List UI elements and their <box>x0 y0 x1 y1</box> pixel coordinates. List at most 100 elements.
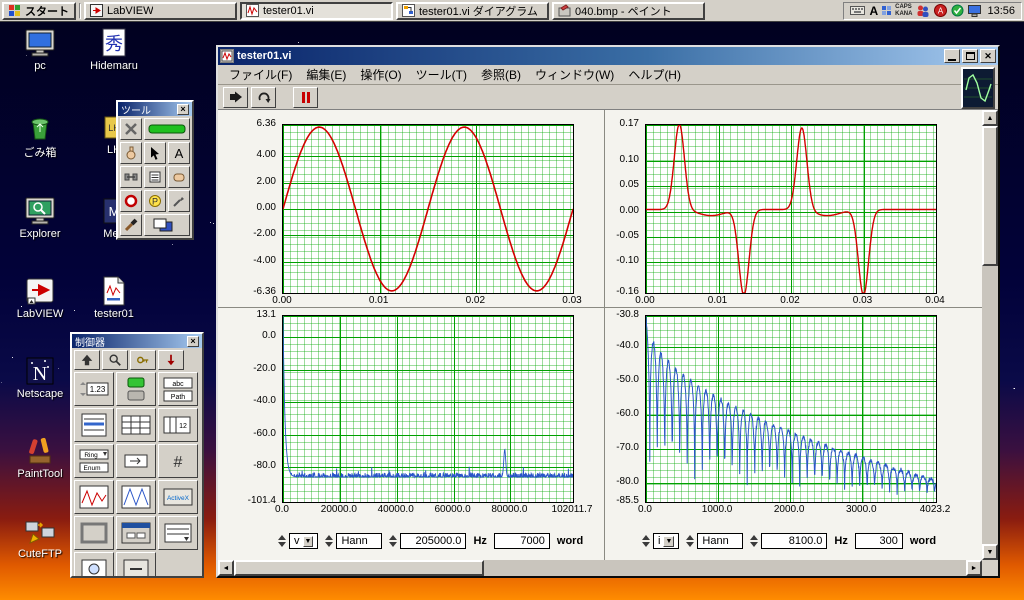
keyboard-icon[interactable] <box>850 5 866 16</box>
palette-up-button[interactable] <box>74 350 100 370</box>
controls-list-button[interactable] <box>74 408 114 442</box>
window-titlebar[interactable]: tester01.vi ✕ <box>218 47 998 65</box>
controls-number-sign-button[interactable]: # <box>158 444 198 478</box>
caps-kana-indicator[interactable]: CAPS KANA <box>895 4 912 18</box>
controls-palette-titlebar[interactable]: 制御器 × <box>72 334 202 349</box>
window-spinner-right[interactable] <box>686 535 695 547</box>
tools-palette-titlebar[interactable]: ツール × <box>118 102 192 117</box>
tray-green-icon[interactable] <box>951 4 964 17</box>
taskbar-task-tester01[interactable]: tester01.vi <box>240 1 393 20</box>
menu-edit[interactable]: 編集(E) <box>299 64 353 85</box>
palette-pin-button[interactable] <box>158 350 184 370</box>
controls-extra-button-2[interactable] <box>116 552 156 576</box>
controls-table-button[interactable] <box>116 408 156 442</box>
desktop-icon-painttool[interactable]: PaintTool <box>8 436 72 480</box>
tray-users-icon[interactable] <box>916 4 930 17</box>
controls-numeric-button[interactable]: 1.23 <box>74 372 114 406</box>
channel-ring-left[interactable]: v ▼ <box>289 533 319 549</box>
sample-rate-left[interactable]: 205000.0 <box>400 533 467 549</box>
desktop-icon-cuteftp[interactable]: CuteFTP <box>8 516 72 560</box>
ime-pad-icon[interactable] <box>882 6 892 15</box>
desktop-icon-pc[interactable]: pc <box>8 28 72 72</box>
controls-ring-button[interactable]: Ring Enum <box>74 444 114 478</box>
menu-help[interactable]: ヘルプ(H) <box>621 64 688 85</box>
menu-operate[interactable]: 操作(O) <box>353 64 408 85</box>
desktop-icon-hidemaru[interactable]: 秀 Hidemaru <box>82 28 146 72</box>
scroll-right-button[interactable]: ► <box>966 560 982 576</box>
tool-label-button[interactable]: A <box>168 142 190 164</box>
tool-probe-button[interactable]: P <box>144 190 166 212</box>
controls-graph-button[interactable] <box>116 480 156 514</box>
controls-boolean-button[interactable] <box>116 372 156 406</box>
tray-display-icon[interactable] <box>968 4 982 17</box>
tool-position-button[interactable] <box>144 142 166 164</box>
window-function-left[interactable]: Hann <box>336 533 383 549</box>
horizontal-scroll-thumb[interactable] <box>234 560 484 576</box>
panel-vi-icon[interactable] <box>961 67 995 109</box>
sample-rate-right[interactable]: 8100.0 <box>761 533 828 549</box>
tool-auto-led-button[interactable] <box>144 118 190 140</box>
controls-array-button[interactable]: 12 <box>158 408 198 442</box>
tool-shortcut-menu-button[interactable] <box>144 166 166 188</box>
menu-window[interactable]: ウィンドウ(W) <box>528 64 621 85</box>
maximize-button[interactable] <box>962 49 978 63</box>
window-function-right[interactable]: Hann <box>697 533 744 549</box>
close-button[interactable]: ✕ <box>980 49 996 63</box>
desktop-icon-labview[interactable]: LabVIEW <box>8 276 72 320</box>
taskbar-task-labview[interactable]: LabVIEW <box>84 1 237 20</box>
tool-breakpoint-button[interactable] <box>120 190 142 212</box>
menu-browse[interactable]: 参照(B) <box>474 64 528 85</box>
chevron-down-icon[interactable]: ▼ <box>663 535 675 547</box>
sample-count-left[interactable]: 7000 <box>493 533 550 549</box>
taskbar-task-paint[interactable]: 040.bmp - ペイント <box>552 1 705 20</box>
controls-activex-button[interactable]: ActiveX <box>158 480 198 514</box>
controls-string-button[interactable]: abc Path <box>158 372 198 406</box>
vertical-scrollbar[interactable]: ▲ ▼ <box>982 110 998 560</box>
tool-auto-select-button[interactable] <box>120 118 142 140</box>
controls-decorations-button[interactable] <box>74 516 114 550</box>
tool-copy-color-button[interactable] <box>168 190 190 212</box>
controls-refnum-button[interactable] <box>116 444 156 478</box>
sample-count-right[interactable]: 300 <box>854 533 903 549</box>
vertical-scroll-thumb[interactable] <box>982 126 998 266</box>
close-icon[interactable]: × <box>177 103 189 115</box>
desktop-icon-tester01[interactable]: tester01 <box>82 276 146 320</box>
menu-tools[interactable]: ツール(T) <box>409 64 474 85</box>
desktop-icon-recycle-bin[interactable]: ごみ箱 <box>8 112 72 160</box>
pause-button[interactable] <box>293 86 318 108</box>
channel-spinner-left[interactable] <box>278 535 286 547</box>
tray-ime-red-icon[interactable]: A <box>934 4 948 17</box>
menu-file[interactable]: ファイル(F) <box>222 64 299 85</box>
minimize-button[interactable] <box>944 49 960 63</box>
horizontal-scrollbar[interactable]: ◄ ► <box>218 560 982 576</box>
tool-scroll-button[interactable] <box>168 166 190 188</box>
palette-search-button[interactable] <box>102 350 128 370</box>
scroll-left-button[interactable]: ◄ <box>218 560 234 576</box>
desktop-icon-explorer[interactable]: Explorer <box>8 196 72 240</box>
tool-color-swatches-button[interactable] <box>144 214 190 236</box>
run-button[interactable] <box>223 86 248 108</box>
tool-operate-button[interactable] <box>120 142 142 164</box>
controls-extra-button-1[interactable] <box>74 552 114 576</box>
ime-mode-indicator[interactable]: A <box>869 4 878 18</box>
tool-wire-button[interactable] <box>120 166 142 188</box>
scroll-up-button[interactable]: ▲ <box>982 110 998 126</box>
desktop-icon-netscape[interactable]: N Netscape <box>8 356 72 400</box>
tool-set-color-button[interactable] <box>120 214 142 236</box>
close-icon[interactable]: × <box>187 335 199 347</box>
start-button[interactable]: スタート <box>2 1 76 20</box>
channel-spinner-right[interactable] <box>642 535 650 547</box>
palette-options-button[interactable] <box>130 350 156 370</box>
svg-text:1.23: 1.23 <box>90 385 106 394</box>
taskbar-task-diagram[interactable]: tester01.vi ダイアグラム <box>396 1 549 20</box>
controls-dialog-button[interactable] <box>116 516 156 550</box>
run-continuous-button[interactable] <box>251 86 276 108</box>
rate-spinner-right[interactable] <box>750 535 759 547</box>
rate-spinner-left[interactable] <box>389 535 398 547</box>
chevron-down-icon[interactable]: ▼ <box>302 535 314 547</box>
scroll-down-button[interactable]: ▼ <box>982 544 998 560</box>
controls-chart-button[interactable] <box>74 480 114 514</box>
window-spinner-left[interactable] <box>325 535 334 547</box>
controls-menu-button[interactable] <box>158 516 198 550</box>
channel-ring-right[interactable]: i ▼ <box>653 533 680 549</box>
